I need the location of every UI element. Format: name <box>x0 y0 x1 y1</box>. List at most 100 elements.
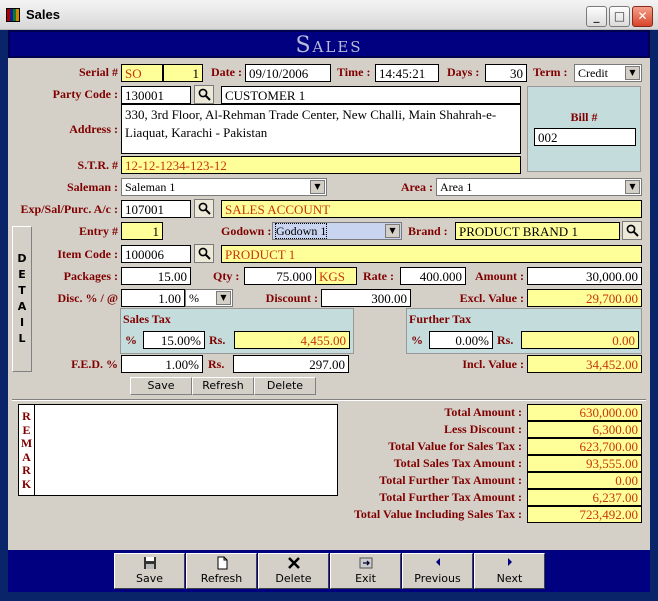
entry-label: Entry # <box>79 224 118 238</box>
app-icon <box>6 8 20 22</box>
packages-label: Packages : <box>63 269 118 283</box>
disc-type-value: % <box>189 291 199 305</box>
refresh-button[interactable]: Refresh <box>186 553 257 589</box>
time-field[interactable]: 14:45:21 <box>375 64 439 82</box>
total-value: 0.00 <box>527 472 642 489</box>
godown-label: Godown : <box>221 224 272 238</box>
chevron-down-icon[interactable]: ▼ <box>310 180 325 194</box>
bill-field[interactable]: 002 <box>534 128 636 146</box>
brand-field[interactable]: PRODUCT BRAND 1 <box>455 222 620 240</box>
further-tax-pct-field[interactable]: 0.00% <box>429 331 493 349</box>
term-label: Term : <box>533 65 568 79</box>
item-search-button[interactable] <box>194 244 214 263</box>
save-icon <box>143 557 156 569</box>
detail-refresh-button[interactable]: Refresh <box>192 377 254 395</box>
delete-button[interactable]: Delete <box>258 553 329 589</box>
maximize-button[interactable]: □ <box>609 6 630 27</box>
amount-field[interactable]: 30,000.00 <box>527 267 642 285</box>
sales-tax-title: Sales Tax <box>123 312 171 326</box>
item-code-field[interactable]: 100006 <box>121 245 191 263</box>
total-label: Total Further Tax Amount : <box>379 490 522 504</box>
bottom-toolbar: Save Refresh Delete Exit Previous Next <box>8 550 650 592</box>
account-name-field[interactable]: SALES ACCOUNT <box>221 200 642 218</box>
serial-prefix-field[interactable]: SO <box>121 64 163 82</box>
detail-save-button[interactable]: Save <box>130 377 192 395</box>
address-field[interactable]: 330, 3rd Floor, Al-Rehman Trade Center, … <box>121 104 521 154</box>
area-select[interactable]: Area 1 ▼ <box>436 178 642 196</box>
previous-button[interactable]: Previous <box>402 553 473 589</box>
minimize-button[interactable]: _ <box>586 6 607 27</box>
save-button[interactable]: Save <box>114 553 185 589</box>
godown-value: Godown 1 <box>274 223 328 239</box>
remark-box[interactable]: REMARK <box>18 404 338 496</box>
detail-delete-button[interactable]: Delete <box>254 377 316 395</box>
total-value: 93,555.00 <box>527 455 642 472</box>
next-button[interactable]: Next <box>474 553 545 589</box>
saleman-select[interactable]: Saleman 1 ▼ <box>121 178 327 196</box>
item-name-field[interactable]: PRODUCT 1 <box>221 245 642 263</box>
window-title: Sales <box>26 7 60 22</box>
brand-search-button[interactable] <box>622 221 642 240</box>
address-label: Address : <box>69 122 118 136</box>
area-value: Area 1 <box>440 180 473 194</box>
packages-field[interactable]: 15.00 <box>121 267 191 285</box>
incl-value-field: 34,452.00 <box>527 355 642 373</box>
date-label: Date : <box>211 65 242 79</box>
str-field[interactable]: 12-12-1234-123-12 <box>121 156 521 174</box>
remark-tab-label: REMARK <box>20 409 33 491</box>
sales-tax-pct-field[interactable]: 15.00% <box>143 331 205 349</box>
saleman-label: Saleman : <box>67 180 118 194</box>
search-icon <box>198 202 211 215</box>
total-value: 6,300.00 <box>527 421 642 438</box>
total-label: Total Further Tax Amount : <box>379 473 522 487</box>
search-icon <box>198 88 211 101</box>
fed-pct-field[interactable]: 1.00% <box>121 355 203 373</box>
further-tax-title: Further Tax <box>409 312 472 326</box>
refresh-label: Refresh <box>200 572 243 585</box>
account-code-field[interactable]: 107001 <box>121 200 191 218</box>
entry-field[interactable]: 1 <box>121 222 163 240</box>
rate-label: Rate : <box>363 269 394 283</box>
date-field[interactable]: 09/10/2006 <box>245 64 331 82</box>
form-area: Sales Serial # SO 1 Date : 09/10/2006 Ti… <box>8 30 650 592</box>
disc-field[interactable]: 1.00 <box>121 289 185 307</box>
qty-unit-field: KGS <box>315 267 357 285</box>
further-tax-rs-label: Rs. <box>497 333 514 347</box>
disc-label: Disc. % / @ <box>57 291 119 305</box>
disc-type-select[interactable]: % ▼ <box>185 289 233 307</box>
total-value: 723,492.00 <box>527 506 642 523</box>
chevron-down-icon[interactable]: ▼ <box>625 66 640 80</box>
previous-label: Previous <box>414 572 461 585</box>
days-field[interactable]: 30 <box>485 64 527 82</box>
total-label: Total Sales Tax Amount : <box>393 456 522 470</box>
godown-select[interactable]: Godown 1 ▼ <box>272 222 402 240</box>
amount-label: Amount : <box>474 269 524 283</box>
bill-panel: Bill # 002 <box>527 86 641 172</box>
further-tax-panel: Further Tax % 0.00% Rs. 0.00 <box>406 308 642 354</box>
qty-field[interactable]: 75.000 <box>244 267 316 285</box>
previous-icon <box>435 558 440 566</box>
fed-rs-label: Rs. <box>208 357 225 371</box>
discount-field[interactable]: 300.00 <box>321 289 411 307</box>
total-label: Total Value Including Sales Tax : <box>354 507 522 521</box>
party-code-field[interactable]: 130001 <box>121 86 191 104</box>
account-search-button[interactable] <box>194 199 214 218</box>
close-button[interactable]: ✕ <box>632 6 653 27</box>
exit-button[interactable]: Exit <box>330 553 401 589</box>
chevron-down-icon[interactable]: ▼ <box>385 224 400 238</box>
new-document-icon <box>217 556 227 570</box>
chevron-down-icon[interactable]: ▼ <box>625 180 640 194</box>
party-name-field[interactable]: CUSTOMER 1 <box>221 86 521 104</box>
chevron-down-icon[interactable]: ▼ <box>216 291 231 305</box>
saleman-value: Saleman 1 <box>125 180 176 194</box>
term-select[interactable]: Credit ▼ <box>574 64 642 82</box>
sales-tax-panel: Sales Tax % 15.00% Rs. 4,455.00 <box>120 308 354 354</box>
serial-number-field[interactable]: 1 <box>163 64 203 82</box>
remark-tab: REMARK <box>19 405 35 495</box>
fed-rs-field[interactable]: 297.00 <box>233 355 349 373</box>
days-label: Days : <box>447 65 480 79</box>
party-search-button[interactable] <box>194 85 214 104</box>
party-code-label: Party Code : <box>52 87 118 101</box>
qty-label: Qty : <box>213 269 240 283</box>
title-bar[interactable]: Sales _ □ ✕ <box>0 0 658 30</box>
